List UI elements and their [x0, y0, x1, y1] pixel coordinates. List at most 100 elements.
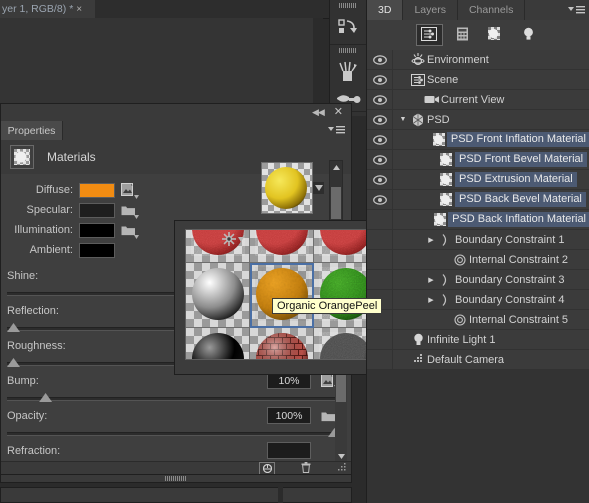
- eye-slot[interactable]: [367, 250, 393, 269]
- camera-icon: [423, 94, 441, 105]
- filter-materials-button[interactable]: [482, 24, 509, 46]
- collapse-icon[interactable]: ◀◀: [312, 107, 325, 118]
- resize-grip-icon[interactable]: [337, 462, 346, 475]
- close-icon[interactable]: ×: [76, 4, 82, 15]
- swatch-label: Ambient:: [29, 244, 73, 256]
- eye-slot[interactable]: [367, 350, 393, 369]
- scene-list-row[interactable]: PSD Back Inflation Material: [367, 210, 589, 230]
- document-tab[interactable]: yer 1, RGB/8) * ×: [0, 0, 95, 18]
- material-swatch[interactable]: [186, 263, 250, 328]
- material-swatch[interactable]: [186, 328, 250, 359]
- tool-group-history: [330, 0, 366, 45]
- drag-grip-icon[interactable]: [339, 3, 357, 8]
- scene-list-row[interactable]: ▶ Boundary Constraint 3: [367, 270, 589, 290]
- scene-list-row[interactable]: Internal Constraint 5: [367, 310, 589, 330]
- close-icon[interactable]: ✕: [334, 107, 343, 118]
- folder-icon[interactable]: [115, 222, 141, 239]
- preview-scrollbar[interactable]: [329, 160, 343, 222]
- eye-icon[interactable]: [367, 170, 393, 189]
- bottom-panel-divider: [278, 487, 283, 503]
- scene-list-row[interactable]: PSD Extrusion Material: [367, 170, 589, 190]
- material-swatch[interactable]: [250, 328, 314, 359]
- eye-icon[interactable]: [367, 110, 393, 129]
- internal-constraint-icon: [451, 253, 469, 266]
- tab-layers[interactable]: Layers: [403, 0, 458, 20]
- texture-image-icon[interactable]: [115, 182, 141, 199]
- scene-row-label: Infinite Light 1: [427, 333, 496, 346]
- color-swatch[interactable]: [79, 242, 115, 258]
- slider-track[interactable]: [7, 391, 341, 405]
- scene-list-row[interactable]: Environment: [367, 50, 589, 70]
- drag-grip-icon[interactable]: [339, 48, 357, 53]
- filter-scene-button[interactable]: [415, 24, 443, 46]
- document-modified-marker: *: [69, 3, 74, 15]
- tab-properties[interactable]: Properties: [1, 121, 63, 140]
- slider-block: Opacity: 100%: [1, 406, 351, 441]
- eye-slot[interactable]: [367, 330, 393, 349]
- tab-3d[interactable]: 3D: [367, 0, 404, 20]
- color-swatch[interactable]: [79, 222, 115, 238]
- swatch-label: Illumination:: [14, 224, 73, 236]
- scene-list-row[interactable]: PSD Back Bevel Material: [367, 190, 589, 210]
- slider-value-input[interactable]: [267, 442, 311, 459]
- material-swatch[interactable]: [250, 263, 314, 328]
- scene-list-row[interactable]: ▼ PSD: [367, 110, 589, 130]
- scene-filter-icon: [421, 26, 437, 44]
- eye-icon[interactable]: [367, 70, 393, 89]
- black-glossy-material: [191, 332, 245, 359]
- panel-drag-handle[interactable]: [0, 474, 352, 483]
- filter-meshes-button[interactable]: [449, 24, 476, 46]
- eye-icon[interactable]: [367, 90, 393, 109]
- canvas-area[interactable]: [0, 18, 314, 104]
- scroll-up-icon[interactable]: [330, 161, 342, 173]
- scene-row-label: Boundary Constraint 3: [455, 273, 565, 286]
- black-speckle-material: [319, 332, 373, 359]
- color-swatch[interactable]: [79, 182, 115, 198]
- material-swatch[interactable]: [250, 230, 314, 263]
- page-title: Materials: [47, 150, 96, 164]
- slider-value-input[interactable]: 100%: [267, 407, 311, 424]
- filter-lights-button[interactable]: [515, 24, 542, 46]
- eye-slot[interactable]: [367, 270, 393, 289]
- chevron-down-icon[interactable]: ▶: [425, 276, 437, 284]
- scene-list-row[interactable]: PSD Front Inflation Material: [367, 130, 589, 150]
- scene-list-row[interactable]: ▶ Boundary Constraint 4: [367, 290, 589, 310]
- scene-list-row[interactable]: Infinite Light 1: [367, 330, 589, 350]
- drag-grip-icon: [165, 476, 187, 481]
- material-swatch-grid[interactable]: [185, 229, 385, 360]
- material-preview-dropdown[interactable]: [313, 182, 324, 194]
- color-swatch[interactable]: [79, 202, 115, 218]
- properties-tab-row: Properties: [1, 121, 351, 141]
- scene-list-row[interactable]: PSD Front Bevel Material: [367, 150, 589, 170]
- eye-slot[interactable]: [367, 230, 393, 249]
- scene-list-row[interactable]: ▶ Boundary Constraint 1: [367, 230, 589, 250]
- scene-row-label: Environment: [427, 53, 489, 66]
- material-icon: [437, 173, 455, 186]
- gear-icon[interactable]: [222, 232, 244, 246]
- chevron-down-icon[interactable]: ▼: [397, 116, 409, 123]
- eye-icon[interactable]: [367, 190, 393, 209]
- scene-list-row[interactable]: Scene: [367, 70, 589, 90]
- scene-row-label: PSD Extrusion Material: [455, 172, 577, 187]
- scene-list-row[interactable]: Default Camera: [367, 350, 589, 370]
- material-sphere-icon: [10, 145, 34, 169]
- tab-channels[interactable]: Channels: [458, 0, 526, 20]
- folder-icon[interactable]: [115, 202, 141, 219]
- chevron-down-icon[interactable]: ▶: [425, 236, 437, 244]
- panel-menu-icon[interactable]: [567, 5, 585, 19]
- eye-icon[interactable]: [367, 130, 393, 149]
- panel-menu-icon[interactable]: [327, 125, 345, 139]
- scene-list-row[interactable]: Current View: [367, 90, 589, 110]
- scene-row-label: PSD Back Bevel Material: [455, 192, 586, 207]
- eye-icon[interactable]: [367, 150, 393, 169]
- eye-icon[interactable]: [367, 50, 393, 69]
- scrollbar-thumb[interactable]: [331, 187, 341, 219]
- chevron-down-icon[interactable]: ▶: [425, 296, 437, 304]
- brush-set-icon[interactable]: [330, 55, 366, 89]
- scene-list-row[interactable]: Internal Constraint 2: [367, 250, 589, 270]
- slider-track[interactable]: [7, 426, 341, 440]
- material-sphere-preview[interactable]: [261, 162, 313, 214]
- eye-slot[interactable]: [367, 210, 393, 229]
- history-brush-icon[interactable]: [330, 10, 366, 44]
- camera-small-icon: [409, 354, 427, 365]
